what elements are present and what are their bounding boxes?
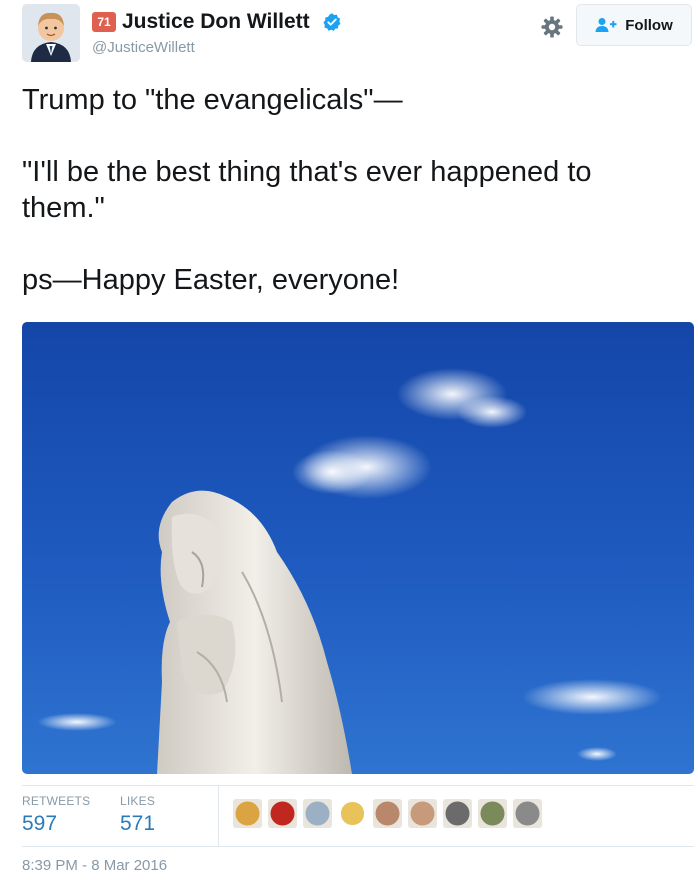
- statue-sky-image: [22, 322, 694, 774]
- display-name[interactable]: Justice Don Willett: [122, 10, 310, 34]
- liker-avatar-4[interactable]: [338, 799, 367, 828]
- tweet-line-1: Trump to "the evangelicals"—: [22, 84, 403, 116]
- liker-avatar-5[interactable]: [373, 799, 402, 828]
- likes-count: 571: [120, 812, 156, 835]
- stats-divider: [218, 786, 219, 846]
- tweet-stats: RETWEETS 597 LIKES 571: [22, 785, 694, 847]
- liker-avatar-6[interactable]: [408, 799, 437, 828]
- retweets-stat[interactable]: RETWEETS 597: [22, 794, 90, 836]
- tweet-line-3: ps—Happy Easter, everyone!: [22, 264, 400, 296]
- liker-avatar-9[interactable]: [513, 799, 542, 828]
- tweet-header: 71 Justice Don Willett @JusticeWillett F…: [22, 4, 694, 66]
- liker-avatar-2[interactable]: [268, 799, 297, 828]
- liker-avatar-1[interactable]: [233, 799, 262, 828]
- liker-avatar-7[interactable]: [443, 799, 472, 828]
- verified-badge-icon: [323, 13, 341, 31]
- likes-label: LIKES: [120, 794, 156, 808]
- tweet-media-photo[interactable]: [22, 322, 694, 774]
- gear-icon[interactable]: [540, 15, 564, 39]
- notification-badge: 71: [92, 12, 116, 32]
- follow-label: Follow: [625, 16, 673, 34]
- tweet-timestamp[interactable]: 8:39 PM - 8 Mar 2016: [22, 857, 167, 874]
- liker-avatar-3[interactable]: [303, 799, 332, 828]
- retweets-label: RETWEETS: [22, 794, 91, 808]
- follow-person-plus-icon: [595, 18, 617, 32]
- liker-avatar-8[interactable]: [478, 799, 507, 828]
- likes-stat[interactable]: LIKES 571: [120, 794, 155, 836]
- retweets-count: 597: [22, 812, 58, 835]
- profile-avatar[interactable]: [22, 4, 80, 62]
- user-handle[interactable]: @JusticeWillett: [92, 39, 195, 56]
- follow-button[interactable]: Follow: [576, 4, 692, 46]
- avatar-illustration: [22, 4, 80, 62]
- tweet-line-2: "I'll be the best thing that's ever happ…: [22, 156, 592, 224]
- tweet-text: Trump to "the evangelicals"— "I'll be th…: [22, 82, 682, 298]
- liker-avatars: [233, 799, 542, 828]
